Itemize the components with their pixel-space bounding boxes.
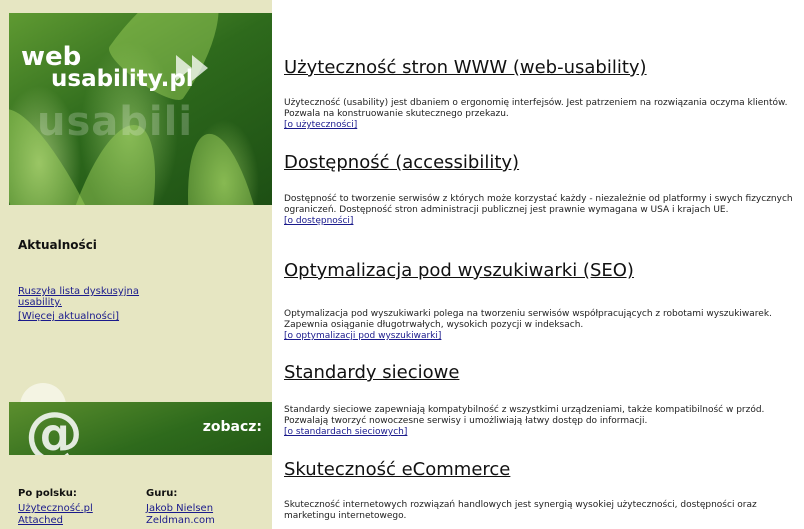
- more-news-link[interactable]: [Więcej aktualności]: [18, 311, 119, 322]
- section-description: Optymalizacja pod wyszukiwarki polega na…: [284, 309, 772, 330]
- section-link-accessibility[interactable]: [o dostępności]: [284, 216, 353, 226]
- section-link-usability[interactable]: [o użyteczności]: [284, 120, 357, 130]
- site-logo[interactable]: usabili web usability.pl: [9, 13, 272, 205]
- section-description: Standardy sieciowe zapewniają kompatybil…: [284, 405, 765, 426]
- guru-links-heading: Guru:: [146, 488, 178, 499]
- news-heading: Aktualności: [18, 238, 97, 252]
- guru-link[interactable]: Jakob Nielsen: [146, 503, 213, 514]
- polish-links-heading: Po polsku:: [18, 488, 77, 499]
- section-link-seo[interactable]: [o optymalizacji pod wyszukiwarki]: [284, 331, 441, 341]
- sidebar: usabili web usability.pl Aktualności Rus…: [0, 0, 272, 529]
- see-also-label: zobacz:: [202, 419, 262, 435]
- section-text-web-standards: Standardy sieciowe zapewniają kompatybil…: [284, 405, 802, 438]
- news-link-mailing-list[interactable]: Ruszyła lista dyskusyjna usability.: [18, 286, 168, 308]
- polish-link[interactable]: Attached: [18, 515, 63, 526]
- see-also-banner: @ zobacz:: [9, 402, 272, 455]
- section-description: Dostępność to tworzenie serwisów z który…: [284, 194, 793, 215]
- fast-forward-icon: [176, 55, 208, 81]
- logo-text-domain: usability.pl: [51, 66, 194, 92]
- logo-text-web: web: [21, 42, 82, 72]
- at-sign-icon: @: [25, 402, 83, 455]
- section-title-usability[interactable]: Użyteczność stron WWW (web-usability): [284, 57, 647, 78]
- section-title-ecommerce[interactable]: Skuteczność eCommerce: [284, 459, 510, 480]
- section-title-accessibility[interactable]: Dostępność (accessibility): [284, 152, 519, 173]
- section-description: Skuteczność internetowych rozwiązań hand…: [284, 500, 757, 521]
- section-link-web-standards[interactable]: [o standardach sieciowych]: [284, 427, 407, 437]
- guru-link[interactable]: Zeldman.com: [146, 515, 215, 526]
- section-text-seo: Optymalizacja pod wyszukiwarki polega na…: [284, 309, 802, 342]
- section-title-seo[interactable]: Optymalizacja pod wyszukiwarki (SEO): [284, 260, 634, 281]
- section-text-accessibility: Dostępność to tworzenie serwisów z który…: [284, 194, 802, 227]
- section-text-usability: Użyteczność (usability) jest dbaniem o e…: [284, 98, 802, 131]
- section-text-ecommerce: Skuteczność internetowych rozwiązań hand…: [284, 500, 802, 522]
- section-description: Użyteczność (usability) jest dbaniem o e…: [284, 98, 788, 119]
- section-title-web-standards[interactable]: Standardy sieciowe: [284, 362, 459, 383]
- polish-link[interactable]: Użyteczność.pl: [18, 503, 93, 514]
- logo-watermark: usabili: [37, 99, 194, 145]
